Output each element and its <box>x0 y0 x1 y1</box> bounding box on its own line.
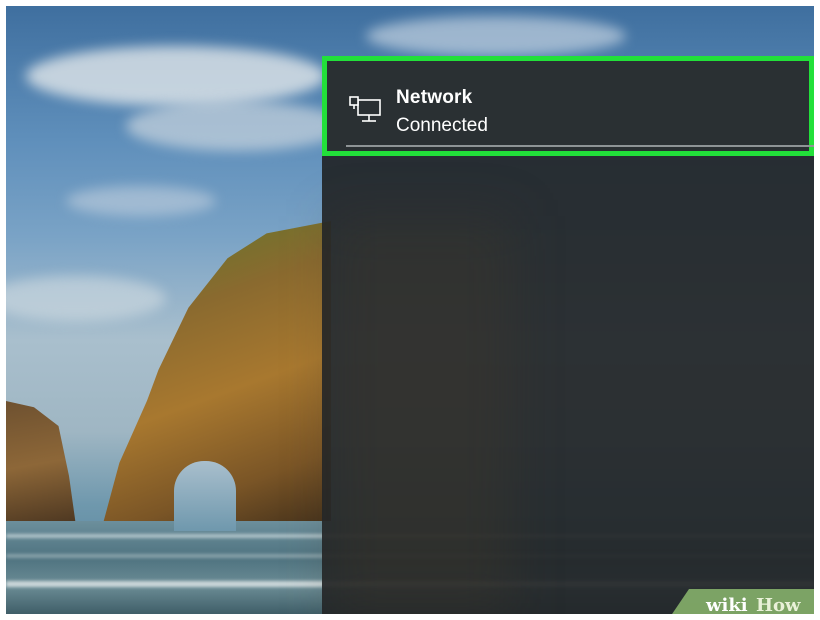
network-connection-item[interactable]: Network Connected <box>322 56 814 156</box>
cloud <box>66 186 216 216</box>
network-name: Network <box>396 87 473 108</box>
cloud <box>126 101 346 151</box>
wired-network-icon <box>348 95 384 127</box>
watermark-text-wiki: wiki <box>706 595 748 614</box>
left-rock <box>6 401 76 526</box>
panel-background-blur <box>332 216 512 614</box>
watermark-text-how: How <box>756 595 801 614</box>
network-status: Connected <box>396 115 488 136</box>
cloud <box>366 16 626 56</box>
network-item-divider <box>346 145 814 147</box>
screenshot-frame: Network Connected wiki How <box>6 6 814 614</box>
cloud <box>26 46 326 106</box>
cloud <box>6 276 166 321</box>
rock-arch-opening <box>174 461 236 531</box>
